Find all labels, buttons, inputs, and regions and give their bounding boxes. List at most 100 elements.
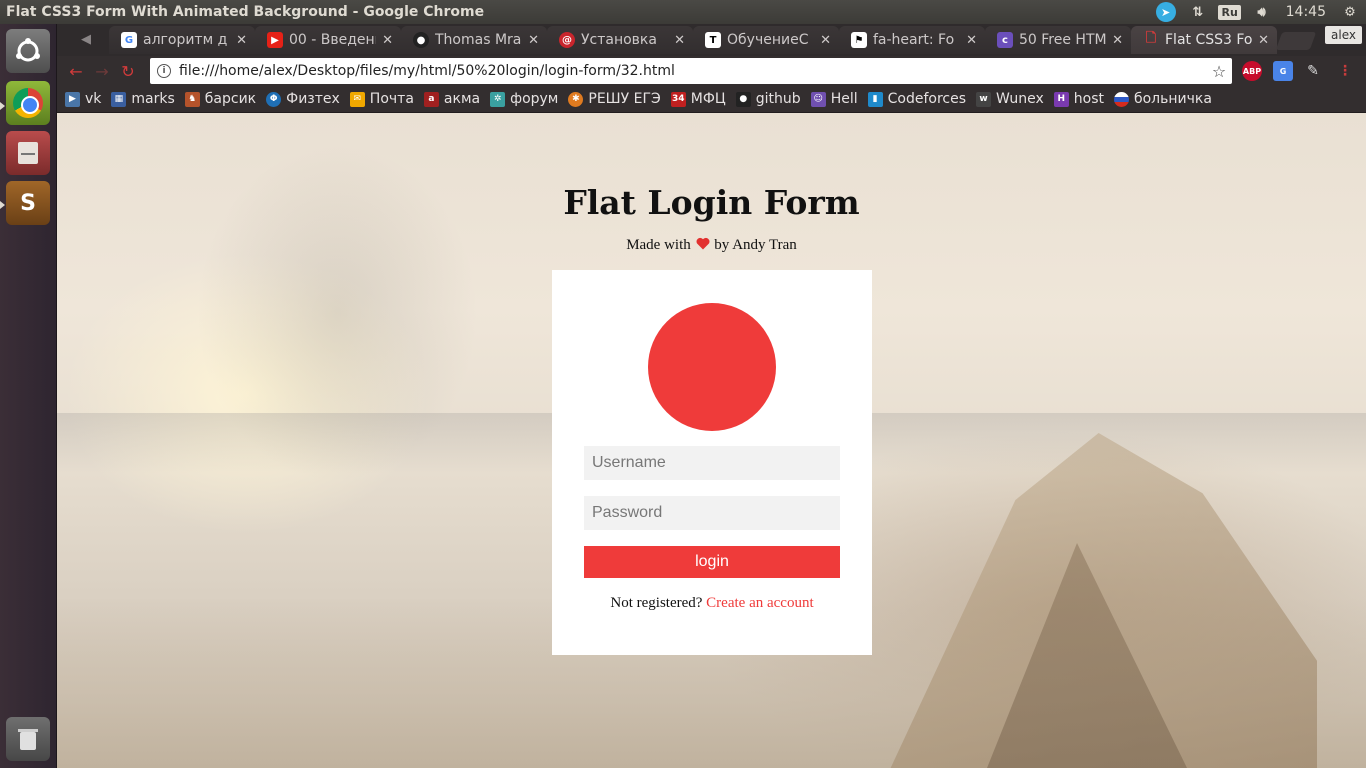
close-icon[interactable]: ✕ xyxy=(1258,33,1269,48)
unity-launcher: S xyxy=(0,24,57,768)
page-viewport: Flat Login Form Made with by Andy Tran l… xyxy=(57,113,1366,768)
keyboard-layout-indicator[interactable]: Ru xyxy=(1214,0,1246,24)
tab-7-active[interactable]: 🗋 Flat CSS3 Fo ✕ xyxy=(1131,26,1277,54)
mail-icon: ✉ xyxy=(349,91,365,107)
language-label: Ru xyxy=(1218,4,1241,20)
youtube-icon: ▶ xyxy=(267,32,283,48)
bookmark-label: Почта xyxy=(369,91,414,107)
tab-3[interactable]: @ Установка ✕ xyxy=(547,26,693,54)
bookmark-akma[interactable]: a акма xyxy=(423,91,480,107)
tab-title: алгоритм д xyxy=(143,32,228,48)
speaker-icon: 🔊︎ xyxy=(1257,4,1266,20)
chrome-icon xyxy=(13,88,43,118)
bookmark-marks[interactable]: ▦ marks xyxy=(111,91,175,107)
new-tab-button[interactable] xyxy=(1275,32,1317,50)
login-card: login Not registered? Create an account xyxy=(552,270,872,655)
launcher-dash-button[interactable] xyxy=(6,29,50,73)
close-icon[interactable]: ✕ xyxy=(528,33,539,48)
bookmark-label: больничка xyxy=(1133,91,1212,107)
bookmark-github[interactable]: ● github xyxy=(735,91,801,107)
bookmark-phystech[interactable]: Φ Физтех xyxy=(266,91,340,107)
avatar xyxy=(648,303,776,431)
gear-icon: ⚙ xyxy=(1344,4,1356,20)
browser-toolbar: ← → ↻ i file:///home/alex/Desktop/files/… xyxy=(57,56,1366,86)
bookmark-label: МФЦ xyxy=(690,91,726,107)
username-input[interactable] xyxy=(584,446,840,480)
indicator-area: ➤ ⇅ Ru 🔊︎ 14:45 ⚙ xyxy=(1150,0,1366,24)
login-button[interactable]: login xyxy=(584,546,840,578)
bookmark-host[interactable]: Hhost xyxy=(1053,91,1104,107)
close-icon[interactable]: ✕ xyxy=(966,33,977,48)
mfc-icon: 34 xyxy=(670,91,686,107)
tab-audio-icon: ◀︎ xyxy=(81,32,91,47)
tab-strip: ◀︎ G алгоритм д ✕ ▶ 00 - Введени ✕ ● Tho… xyxy=(57,24,1366,56)
reshu-icon: ✱ xyxy=(568,91,584,107)
close-icon[interactable]: ✕ xyxy=(382,33,393,48)
bookmark-label: барсик xyxy=(204,91,257,107)
close-icon[interactable]: ✕ xyxy=(1112,33,1123,48)
reload-button[interactable]: ↻ xyxy=(115,58,141,84)
magic-wand-icon[interactable]: ✎ xyxy=(1303,61,1323,81)
bookmark-hospital[interactable]: больничка xyxy=(1113,91,1212,107)
bookmark-barsik[interactable]: ♞ барсик xyxy=(184,91,257,107)
password-input[interactable] xyxy=(584,496,840,530)
bookmark-label: Физтех xyxy=(286,91,340,107)
profile-button[interactable]: alex xyxy=(1325,26,1362,44)
subtitle-prefix: Made with xyxy=(626,237,691,253)
launcher-chrome[interactable] xyxy=(6,81,50,125)
bookmark-label: форум xyxy=(510,91,559,107)
tab-title: ОбучениеС xyxy=(727,32,809,48)
launcher-sublime-text[interactable]: S xyxy=(6,181,50,225)
telegram-indicator[interactable]: ➤ xyxy=(1150,0,1182,24)
os-topbar: Flat CSS3 Form With Animated Background … xyxy=(0,0,1366,24)
file-cabinet-icon xyxy=(18,142,38,164)
translate-icon[interactable]: G xyxy=(1273,61,1293,81)
close-icon[interactable]: ✕ xyxy=(236,33,247,48)
bookmark-reshu-ege[interactable]: ✱ РЕШУ ЕГЭ xyxy=(568,91,661,107)
tab-1[interactable]: ▶ 00 - Введени ✕ xyxy=(255,26,401,54)
volume-indicator[interactable]: 🔊︎ xyxy=(1246,0,1278,24)
launcher-trash[interactable] xyxy=(6,717,50,761)
heart-icon xyxy=(696,237,709,250)
bookmark-mfc[interactable]: 34 МФЦ xyxy=(670,91,726,107)
bookmark-wunex[interactable]: w Wunex xyxy=(976,91,1044,107)
bookmark-codeforces[interactable]: ▮ Codeforces xyxy=(867,91,966,107)
close-icon[interactable]: ✕ xyxy=(820,33,831,48)
tab-0[interactable]: G алгоритм д ✕ xyxy=(109,26,255,54)
forum-icon: ✲ xyxy=(490,91,506,107)
hell-icon: ☺ xyxy=(810,91,826,107)
bookmark-star-icon[interactable]: ☆ xyxy=(1206,62,1232,81)
tab-title: Flat CSS3 Fo xyxy=(1165,32,1253,48)
tab-title: fa-heart: Fo xyxy=(873,32,955,48)
bookmark-hell[interactable]: ☺ Hell xyxy=(810,91,858,107)
bookmark-label: host xyxy=(1073,91,1104,107)
tab-2[interactable]: ● Thomas Mra ✕ xyxy=(401,26,547,54)
bookmark-label: github xyxy=(755,91,801,107)
tab-5[interactable]: ⚑ fa-heart: Fo ✕ xyxy=(839,26,985,54)
chrome-menu-icon[interactable]: ⋮ xyxy=(1335,61,1355,81)
tab-6[interactable]: c 50 Free HTM ✕ xyxy=(985,26,1131,54)
address-bar[interactable]: i file:///home/alex/Desktop/files/my/htm… xyxy=(150,58,1232,84)
marks-icon: ▦ xyxy=(111,91,127,107)
close-icon[interactable]: ✕ xyxy=(674,33,685,48)
forward-button[interactable]: → xyxy=(89,58,115,84)
url-text[interactable]: file:///home/alex/Desktop/files/my/html/… xyxy=(179,63,1206,79)
bookmark-forum[interactable]: ✲ форум xyxy=(490,91,558,107)
flag-ru-icon xyxy=(1113,91,1129,107)
t-icon: T xyxy=(705,32,721,48)
session-menu[interactable]: ⚙ xyxy=(1334,0,1366,24)
create-account-link[interactable]: Create an account xyxy=(706,595,813,611)
network-indicator[interactable]: ⇅ xyxy=(1182,0,1214,24)
page-subtitle: Made with by Andy Tran xyxy=(57,237,1366,254)
bookmark-vk[interactable]: ▶ vk xyxy=(65,91,101,107)
back-button[interactable]: ← xyxy=(63,58,89,84)
tab-4[interactable]: T ОбучениеС ✕ xyxy=(693,26,839,54)
clock[interactable]: 14:45 xyxy=(1278,4,1334,20)
tab-title: Установка xyxy=(581,32,657,48)
info-icon[interactable]: i xyxy=(157,64,171,78)
adblock-plus-icon[interactable]: ABP xyxy=(1242,61,1262,81)
sublime-text-icon: S xyxy=(20,190,36,216)
launcher-files[interactable] xyxy=(6,131,50,175)
bookmark-mail[interactable]: ✉ Почта xyxy=(349,91,414,107)
akma-icon: a xyxy=(423,91,439,107)
